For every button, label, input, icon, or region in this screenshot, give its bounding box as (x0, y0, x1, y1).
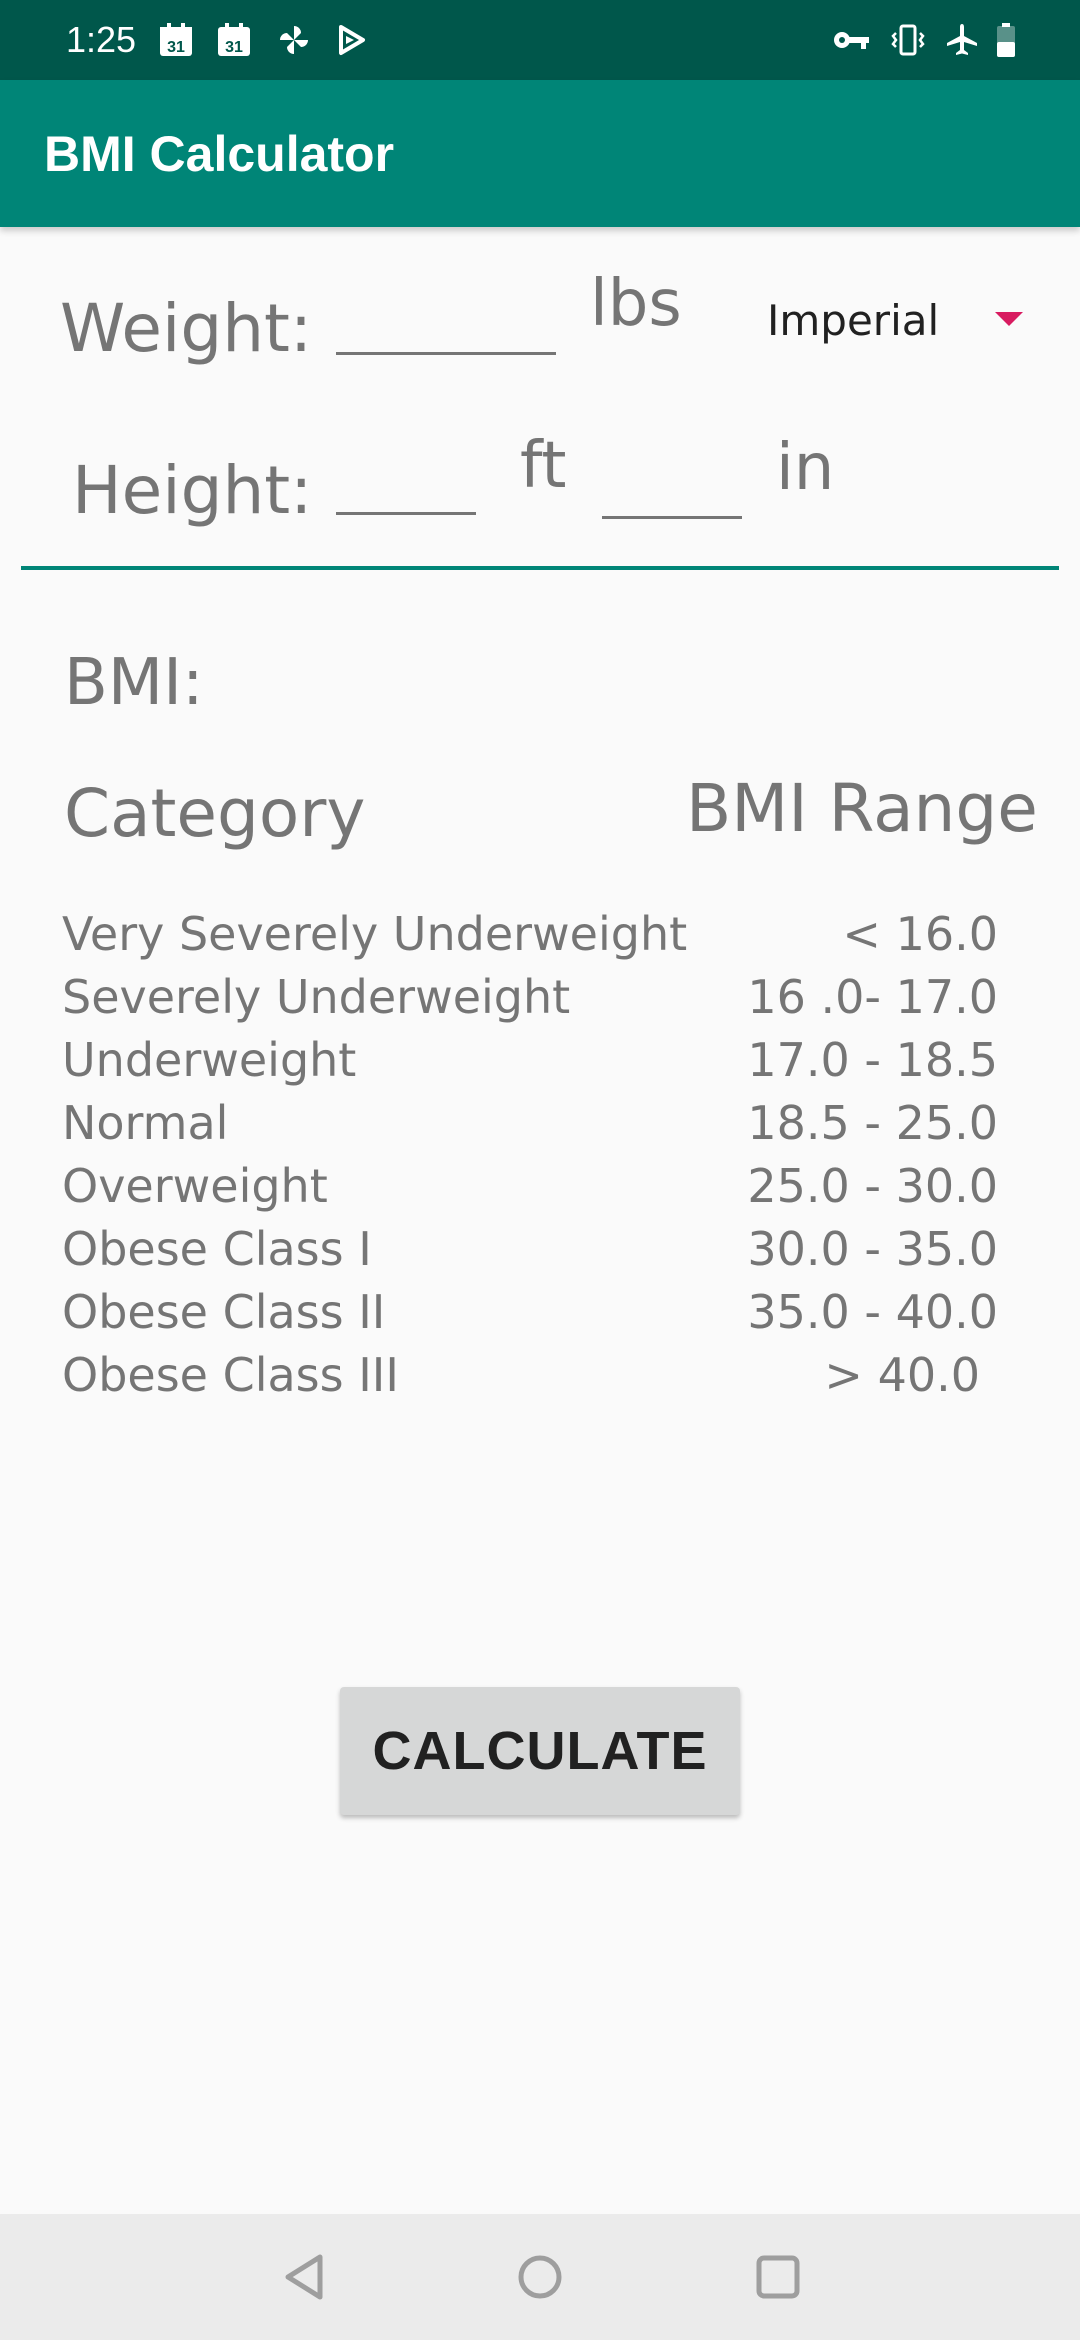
range-cell: > 40.0 (824, 1348, 980, 1402)
battery-icon (986, 20, 1026, 60)
status-time: 1:25 (66, 19, 137, 60)
calendar-icon: 31 (156, 20, 196, 60)
airplane-mode-icon (942, 20, 982, 60)
calendar-day-text: 31 (167, 39, 185, 56)
status-bar: 1:25 31 31 (0, 0, 1080, 80)
calculate-button[interactable]: CALCULATE (340, 1687, 740, 1815)
height-label: Height: (72, 452, 313, 529)
vibrate-icon (888, 20, 928, 60)
weight-label: Weight: (60, 290, 313, 367)
bmi-label: BMI: (64, 645, 204, 721)
pinwheel-icon (274, 20, 314, 60)
range-cell: 17.0 - 18.5 (747, 1033, 998, 1087)
bmi-label-text: BMI: (64, 646, 204, 720)
bmi-range-header: BMI Range (686, 770, 1038, 847)
unit-system-dropdown[interactable]: Imperial (745, 280, 1045, 360)
feet-unit-label: ft (520, 429, 567, 503)
navigation-bar (0, 2214, 1080, 2340)
divider (21, 566, 1059, 570)
category-cell: Normal (62, 1096, 229, 1150)
home-icon[interactable] (510, 2247, 570, 2307)
inches-unit-label: in (776, 431, 835, 505)
range-cell: 16 .0- 17.0 (747, 970, 998, 1024)
height-inches-input[interactable] (602, 470, 742, 519)
height-feet-input[interactable] (336, 466, 476, 515)
app-title: BMI Calculator (44, 126, 395, 182)
dropdown-arrow-icon (995, 312, 1023, 326)
play-store-icon (332, 20, 372, 60)
category-cell: Underweight (62, 1033, 357, 1087)
recents-icon[interactable] (748, 2247, 808, 2307)
range-cell: 18.5 - 25.0 (747, 1096, 998, 1150)
category-cell: Obese Class III (62, 1348, 399, 1402)
category-cell: Overweight (62, 1159, 328, 1213)
range-cell: 30.0 - 35.0 (747, 1222, 998, 1276)
weight-input[interactable] (336, 306, 556, 355)
weight-unit-label: lbs (590, 267, 682, 341)
category-cell: Severely Underweight (62, 970, 571, 1024)
category-cell: Obese Class I (62, 1222, 372, 1276)
unit-system-value: Imperial (767, 296, 940, 345)
calendar-day-text: 31 (225, 39, 243, 56)
range-cell: 25.0 - 30.0 (747, 1159, 998, 1213)
range-cell: 35.0 - 40.0 (747, 1285, 998, 1339)
category-header: Category (64, 775, 366, 852)
category-cell: Obese Class II (62, 1285, 386, 1339)
category-cell: Very Severely Underweight (62, 907, 688, 961)
calendar-icon: 31 (214, 20, 254, 60)
vpn-key-icon (832, 20, 872, 60)
back-icon[interactable] (274, 2247, 334, 2307)
app-bar: BMI Calculator (0, 80, 1080, 227)
range-cell: < 16.0 (842, 907, 998, 961)
